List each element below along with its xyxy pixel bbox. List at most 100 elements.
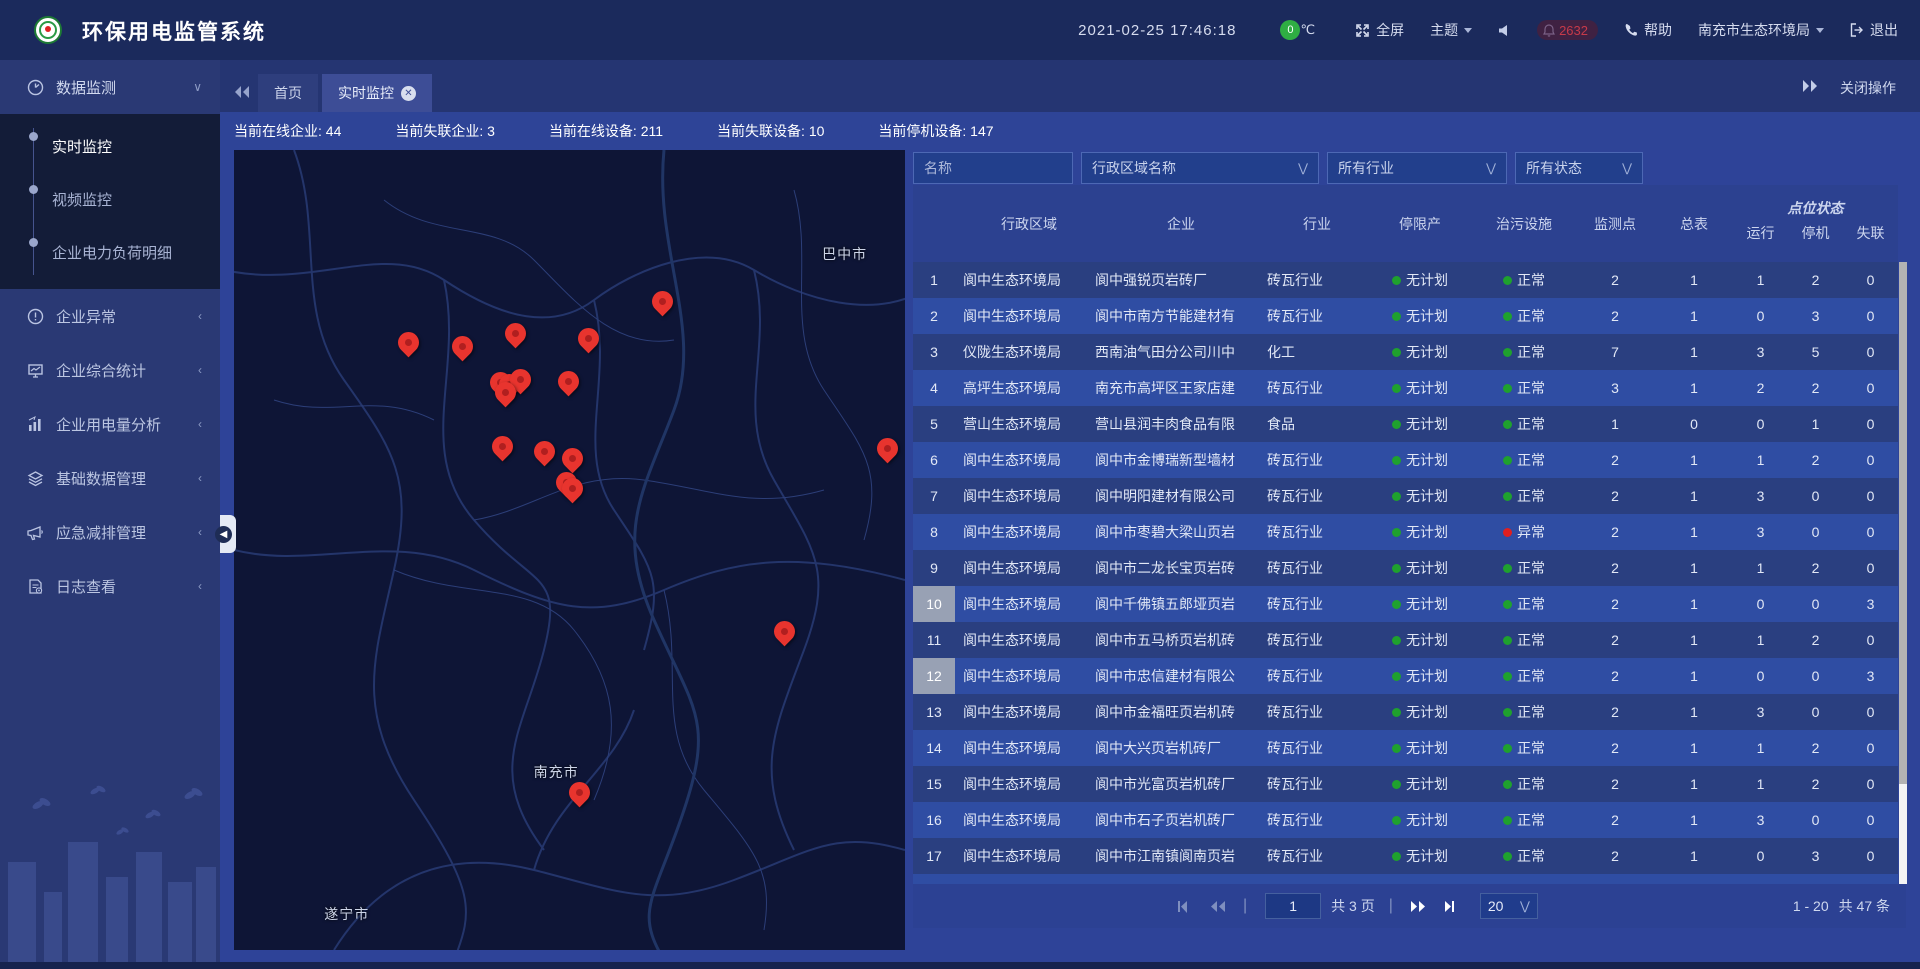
next-page-button[interactable]: [1410, 900, 1426, 913]
tab-0[interactable]: 首页: [258, 74, 318, 112]
sidebar-item-3[interactable]: 企业用电量分析‹: [0, 397, 220, 451]
tab-close-icon[interactable]: ✕: [401, 86, 416, 101]
row-index: 8: [913, 514, 955, 550]
bullet-dot-icon: [29, 132, 38, 141]
pager-total-label: 共 47 条: [1839, 896, 1890, 916]
org-name: 南充市生态环境局: [1698, 20, 1810, 40]
table-row[interactable]: 5营山生态环境局营山县润丰肉食品有限食品无计划正常10010: [913, 406, 1898, 442]
total-pages-label: 共 3 页: [1331, 896, 1375, 916]
notification-badge[interactable]: 2632: [1537, 20, 1598, 40]
table-row[interactable]: 18南部生态环境局南部县致华大理石有限公建材加工无计划正常21030: [913, 874, 1898, 884]
monitor-points-cell: 2: [1575, 478, 1655, 514]
status-dot-ok: [1503, 564, 1512, 573]
mute-button[interactable]: [1498, 24, 1511, 37]
chevron-down-icon: ⋁: [1486, 161, 1496, 175]
table-row[interactable]: 13阆中生态环境局阆中市金福旺页岩机砖砖瓦行业无计划正常21300: [913, 694, 1898, 730]
name-search-field[interactable]: [924, 160, 1062, 176]
stat-item: 当前在线设备: 211: [549, 121, 663, 141]
app-title: 环保用电监管系统: [82, 16, 266, 46]
theme-menu[interactable]: 主题: [1430, 20, 1472, 40]
table-row[interactable]: 7阆中生态环境局阆中明阳建材有限公司砖瓦行业无计划正常21300: [913, 478, 1898, 514]
status-text: 无计划: [1406, 306, 1448, 326]
monitor-points-cell: 2: [1575, 262, 1655, 298]
table-row[interactable]: 3仪陇生态环境局西南油气田分公司川中化工无计划正常71350: [913, 334, 1898, 370]
stop-status-cell: 无计划: [1367, 622, 1473, 658]
tab-1[interactable]: 实时监控✕: [322, 74, 432, 112]
sidebar-item-6[interactable]: 日志查看‹: [0, 559, 220, 613]
row-index: 10: [913, 586, 955, 622]
total-meter-cell: 1: [1655, 694, 1733, 730]
status-text: 正常: [1517, 270, 1545, 290]
enterprise-table: 行政区域企业行业停限产治污设施监测点总表点位状态运行停机失联 1阆中生态环境局阆…: [913, 185, 1898, 925]
sidebar-subitem[interactable]: 视频监控: [0, 173, 220, 226]
stop-status-cell: 无计划: [1367, 766, 1473, 802]
map-panel[interactable]: 巴中市南充市遂宁市: [234, 150, 905, 950]
first-page-button[interactable]: [1177, 900, 1192, 913]
company-cell: 南充市高坪区王家店建: [1095, 370, 1267, 406]
main-content: 巴中市南充市遂宁市 行政区域名称 ⋁ 所有行业 ⋁ 所有状态 ⋁ 行政区域企业行…: [220, 150, 1920, 962]
table-row[interactable]: 4高坪生态环境局南充市高坪区王家店建砖瓦行业无计划正常31220: [913, 370, 1898, 406]
table-row[interactable]: 6阆中生态环境局阆中市金博瑞新型墙材砖瓦行业无计划正常21120: [913, 442, 1898, 478]
running-count-cell: 1: [1733, 622, 1788, 658]
total-meter-cell: 1: [1655, 658, 1733, 694]
table-row[interactable]: 12阆中生态环境局阆中市忠信建材有限公砖瓦行业无计划正常21003: [913, 658, 1898, 694]
close-operations-button[interactable]: 关闭操作: [1840, 78, 1896, 98]
facility-status-cell: 异常: [1473, 514, 1575, 550]
sidebar-item-1[interactable]: 企业异常‹: [0, 289, 220, 343]
region-select[interactable]: 行政区域名称 ⋁: [1081, 152, 1319, 184]
page-number-input[interactable]: 1: [1265, 893, 1321, 919]
prev-page-button[interactable]: [1210, 900, 1226, 913]
industry-select[interactable]: 所有行业 ⋁: [1327, 152, 1507, 184]
sidebar-subitem[interactable]: 实时监控: [0, 120, 220, 173]
bullet-dot-icon: [29, 238, 38, 247]
tabs-scroll-right-button[interactable]: [1802, 79, 1818, 98]
help-button[interactable]: 帮助: [1624, 20, 1672, 40]
app-header: 环保用电监管系统 2021-02-25 17:46:18 0 ℃ 全屏 主题 2…: [0, 0, 1920, 60]
industry-cell: 砖瓦行业: [1267, 838, 1367, 874]
last-page-button[interactable]: [1444, 900, 1459, 913]
row-index: 1: [913, 262, 955, 298]
sidebar-item-0[interactable]: 数据监测∨: [0, 60, 220, 114]
status-text: 正常: [1517, 846, 1545, 866]
total-meter-cell: 1: [1655, 262, 1733, 298]
status-select[interactable]: 所有状态 ⋁: [1515, 152, 1643, 184]
table-row[interactable]: 1阆中生态环境局阆中强锐页岩砖厂砖瓦行业无计划正常21120: [913, 262, 1898, 298]
table-row[interactable]: 15阆中生态环境局阆中市光富页岩机砖厂砖瓦行业无计划正常21120: [913, 766, 1898, 802]
stopped-count-cell: 0: [1788, 478, 1843, 514]
table-row[interactable]: 10阆中生态环境局阆中千佛镇五郎垭页岩砖瓦行业无计划正常21003: [913, 586, 1898, 622]
table-row[interactable]: 11阆中生态环境局阆中市五马桥页岩机砖砖瓦行业无计划正常21120: [913, 622, 1898, 658]
facility-status-cell: 正常: [1473, 370, 1575, 406]
bullet-dot-icon: [29, 185, 38, 194]
table-row[interactable]: 14阆中生态环境局阆中大兴页岩机砖厂砖瓦行业无计划正常21120: [913, 730, 1898, 766]
table-row[interactable]: 17阆中生态环境局阆中市江南镇阆南页岩砖瓦行业无计划正常21030: [913, 838, 1898, 874]
org-menu[interactable]: 南充市生态环境局: [1698, 20, 1824, 40]
status-text: 无计划: [1406, 702, 1448, 722]
status-text: 无计划: [1406, 450, 1448, 470]
table-row[interactable]: 16阆中生态环境局阆中市石子页岩机砖厂砖瓦行业无计划正常21300: [913, 802, 1898, 838]
chevron-down-icon: ⋁: [1298, 161, 1308, 175]
table-row[interactable]: 8阆中生态环境局阆中市枣碧大梁山页岩砖瓦行业无计划异常21300: [913, 514, 1898, 550]
table-row[interactable]: 9阆中生态环境局阆中市二龙长宝页岩砖砖瓦行业无计划正常21120: [913, 550, 1898, 586]
stopped-count-cell: 2: [1788, 370, 1843, 406]
bar-chart-icon: [26, 415, 44, 433]
facility-status-cell: 正常: [1473, 334, 1575, 370]
fullscreen-button[interactable]: 全屏: [1355, 20, 1404, 40]
name-search-input[interactable]: [913, 152, 1073, 184]
row-index: 15: [913, 766, 955, 802]
sidebar-item-5[interactable]: 应急减排管理‹: [0, 505, 220, 559]
sidebar-subitem[interactable]: 企业电力负荷明细: [0, 226, 220, 279]
sidebar-collapse-button[interactable]: ◀: [220, 515, 236, 553]
page-size-select[interactable]: 20 ⋁: [1480, 893, 1538, 919]
row-index: 18: [913, 874, 955, 884]
lost-count-cell: 0: [1843, 262, 1898, 298]
table-row[interactable]: 2阆中生态环境局阆中市南方节能建材有砖瓦行业无计划正常21030: [913, 298, 1898, 334]
logout-button[interactable]: 退出: [1850, 20, 1898, 40]
tabs-scroll-left-button[interactable]: [234, 85, 250, 104]
industry-cell: 砖瓦行业: [1267, 802, 1367, 838]
monitor-points-cell: 2: [1575, 514, 1655, 550]
status-text: 异常: [1517, 522, 1545, 542]
table-scrollbar[interactable]: [1899, 262, 1907, 884]
sidebar-item-4[interactable]: 基础数据管理‹: [0, 451, 220, 505]
sidebar-item-2[interactable]: 企业综合统计‹: [0, 343, 220, 397]
status-text: 无计划: [1406, 738, 1448, 758]
